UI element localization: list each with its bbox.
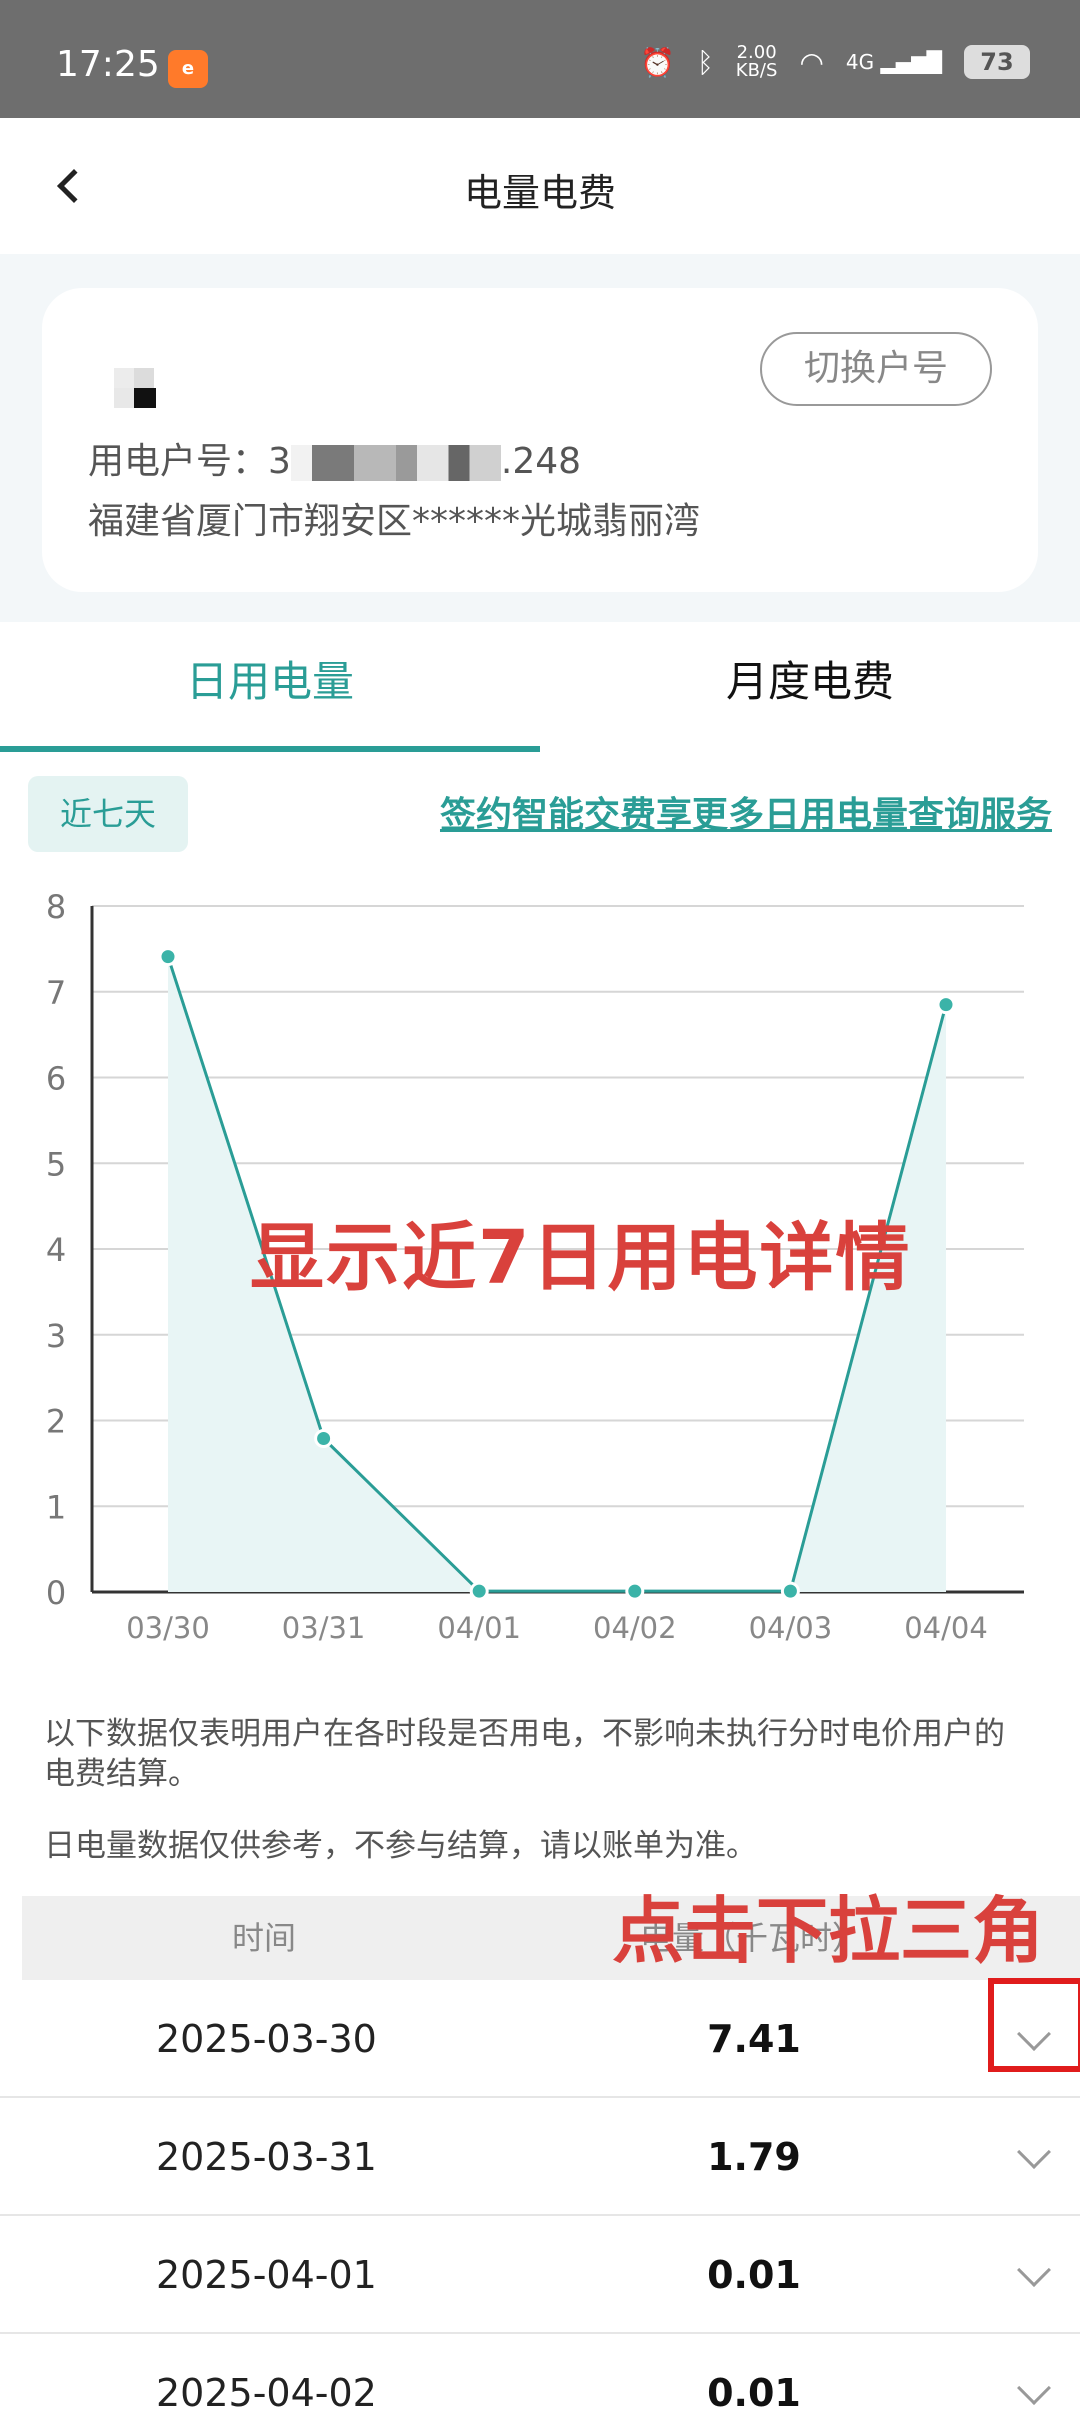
network-speed: 2.00 KB/S xyxy=(736,44,778,80)
annotation-dropdown-note: 点击下拉三角 xyxy=(612,1889,1045,1973)
page-title: 电量电费 xyxy=(463,171,616,215)
usage-disclaimer: 以下数据仅表明用户在各时段是否用电，不影响未执行分时电价用户的电费结算。 xyxy=(44,1716,1005,1792)
y-tick-label: 4 xyxy=(46,1231,66,1269)
speed-unit: KB/S xyxy=(735,60,778,81)
bluetooth-icon: ᛒ xyxy=(696,45,714,79)
alarm-icon: ⏰ xyxy=(640,45,675,79)
account-number: 用电户号：3 .248 xyxy=(88,432,581,484)
row-value: 7.41 xyxy=(707,2017,801,2061)
tab-monthly-bill[interactable]: 月度电费 xyxy=(540,622,1080,752)
chevron-down-icon[interactable] xyxy=(1017,2135,1051,2169)
x-tick-label: 04/04 xyxy=(904,1611,988,1645)
app-notification-icon: e xyxy=(168,50,208,88)
masked-name xyxy=(114,368,204,408)
row-value: 0.01 xyxy=(707,2253,801,2297)
y-tick-label: 2 xyxy=(46,1403,66,1441)
account-number-suffix: .248 xyxy=(500,441,582,482)
x-tick-label: 03/30 xyxy=(126,1611,210,1645)
account-number-prefix: 3 xyxy=(268,441,291,482)
data-point xyxy=(780,1581,800,1601)
tab-daily-usage[interactable]: 日用电量 xyxy=(0,622,540,752)
tab-bar: 日用电量 月度电费 xyxy=(0,622,1080,752)
y-tick-label: 5 xyxy=(46,1145,66,1183)
chevron-down-icon[interactable] xyxy=(1017,2371,1051,2405)
status-time: 17:25 xyxy=(56,44,160,85)
row-date: 2025-04-01 xyxy=(156,2253,377,2297)
smart-payment-link[interactable]: 签约智能交费享更多日用电量查询服务 xyxy=(440,786,1052,838)
table-row[interactable]: 2025-03-31 1.79 xyxy=(0,2098,1080,2216)
account-area: 切换户号 用电户号：3 .248 福建省厦门市翔安区******光城翡丽湾 xyxy=(0,254,1080,622)
row-date: 2025-04-02 xyxy=(156,2371,377,2412)
range-chip-7days[interactable]: 近七天 xyxy=(28,776,188,852)
network-type: 4G xyxy=(845,50,875,74)
x-tick-label: 04/01 xyxy=(437,1611,521,1645)
account-number-label: 用电户号： xyxy=(88,441,269,482)
annotation-chart-note: 显示近7日用电详情 xyxy=(250,1215,912,1301)
switch-account-button[interactable]: 切换户号 xyxy=(760,332,992,406)
x-tick-label: 04/02 xyxy=(593,1611,677,1645)
table-row[interactable]: 2025-04-01 0.01 xyxy=(0,2216,1080,2334)
battery-icon: 73 xyxy=(964,45,1030,79)
row-value: 0.01 xyxy=(707,2371,801,2412)
y-tick-label: 7 xyxy=(46,974,66,1012)
table-row[interactable]: 2025-04-02 0.01 xyxy=(0,2334,1080,2412)
y-tick-label: 3 xyxy=(46,1317,66,1355)
table-row[interactable]: 2025-03-30 7.41 xyxy=(0,1980,1080,2098)
y-tick-label: 6 xyxy=(46,1060,66,1098)
y-tick-label: 1 xyxy=(46,1488,66,1526)
status-bar: 17:25 e ⏰ ᛒ 2.00 KB/S ◠ 4G ▂▄▆█ 73 xyxy=(0,0,1080,118)
account-card: 切换户号 用电户号：3 .248 福建省厦门市翔安区******光城翡丽湾 xyxy=(42,288,1038,592)
chevron-down-icon[interactable] xyxy=(1017,2253,1051,2287)
data-point xyxy=(158,947,178,967)
tab-indicator xyxy=(0,746,540,752)
data-point xyxy=(469,1581,489,1601)
signal-icon: 4G ▂▄▆█ xyxy=(845,50,942,74)
wifi-icon: ◠ xyxy=(799,45,824,79)
annotation-highlight-box xyxy=(988,1978,1080,2072)
column-time: 时间 xyxy=(232,1919,297,1957)
x-tick-label: 04/03 xyxy=(749,1611,833,1645)
row-date: 2025-03-31 xyxy=(156,2135,377,2179)
y-tick-label: 8 xyxy=(46,888,66,926)
x-tick-label: 03/31 xyxy=(282,1611,366,1645)
reference-disclaimer: 日电量数据仅供参考，不参与结算，请以账单为准。 xyxy=(44,1828,757,1864)
account-address: 福建省厦门市翔安区******光城翡丽湾 xyxy=(88,501,701,542)
row-value: 1.79 xyxy=(707,2135,801,2179)
data-point xyxy=(314,1429,334,1449)
data-point xyxy=(625,1581,645,1601)
data-point xyxy=(936,995,956,1015)
y-tick-label: 0 xyxy=(46,1574,66,1612)
row-date: 2025-03-30 xyxy=(156,2017,377,2061)
status-icons: ⏰ ᛒ 2.00 KB/S ◠ 4G ▂▄▆█ 73 xyxy=(640,44,1030,80)
masked-digits xyxy=(290,445,501,481)
app-header: 电量电费 xyxy=(0,118,1080,254)
